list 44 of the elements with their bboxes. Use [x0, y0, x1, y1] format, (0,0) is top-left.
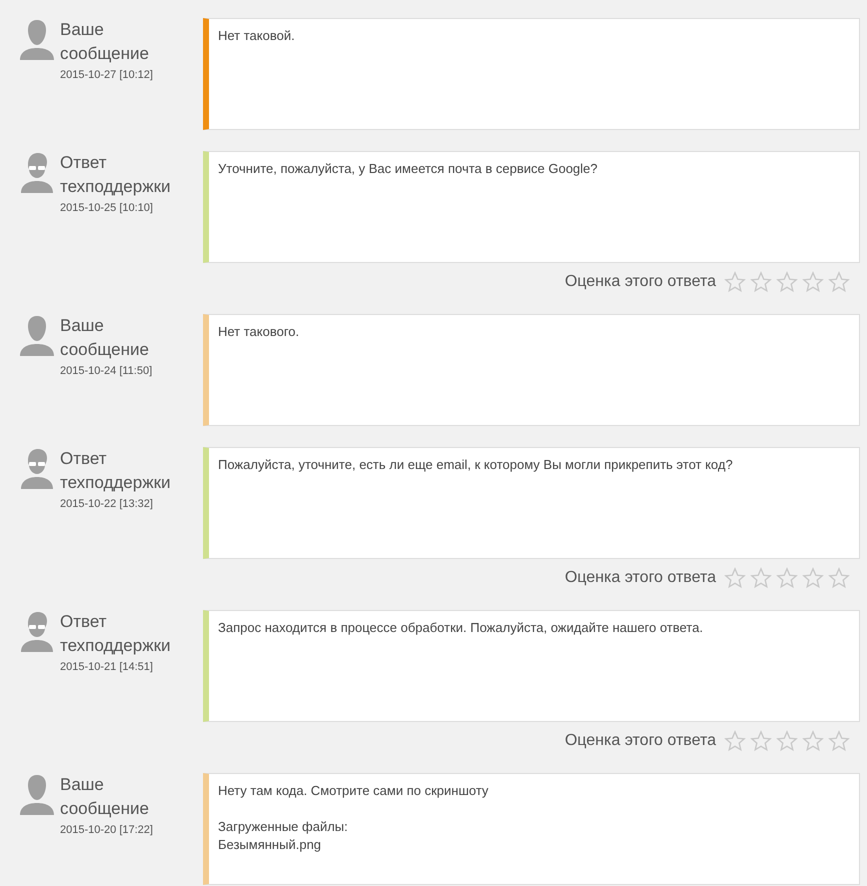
message-text: Нет таковой.	[218, 27, 296, 45]
message-author: Ваше сообщение	[60, 19, 150, 65]
message-text: Уточните, пожалуйста, у Вас имеется почта в сервисе Google?	[218, 160, 599, 178]
star-icon[interactable]	[802, 730, 824, 752]
attachment-file-name: Безымянный.png	[218, 836, 322, 854]
support-avatar-icon	[20, 447, 54, 489]
rating-label: Оценка этого ответа	[564, 569, 716, 587]
message-author: Ваше сообщение	[60, 315, 150, 361]
star-icon[interactable]	[828, 271, 850, 293]
support-avatar-icon	[20, 610, 54, 652]
star-icon[interactable]	[750, 271, 772, 293]
message-date: 2015-10-20 [17:22]	[60, 824, 154, 836]
star-icon[interactable]	[724, 730, 746, 752]
user-avatar-icon	[20, 18, 54, 60]
message-date: 2015-10-24 [11:50]	[60, 365, 154, 377]
star-icon[interactable]	[750, 730, 772, 752]
message-date: 2015-10-21 [14:51]	[60, 661, 154, 673]
message-author: Ответ техподдержки	[60, 448, 172, 494]
attachments-label: Загруженные файлы:	[218, 818, 349, 836]
message-text: Запрос находится в процессе обработки. Пожалуйста, ожидайте нашего ответа.	[218, 619, 704, 637]
message-date: 2015-10-25 [10:10]	[60, 202, 154, 214]
rating-label: Оценка этого ответа	[564, 273, 716, 291]
message-text: Нету там кода. Смотрите сами по скриншоту	[218, 782, 490, 800]
user-avatar-icon	[20, 314, 54, 356]
support-avatar-icon	[20, 151, 54, 193]
star-icon[interactable]	[828, 567, 850, 589]
message-text: Пожалуйста, уточните, есть ли еще email, к которому Вы могли прикрепить этот код?	[218, 456, 734, 474]
star-icon[interactable]	[776, 271, 798, 293]
star-icon[interactable]	[724, 271, 746, 293]
message-text: Нет такового.	[218, 323, 300, 341]
star-icon[interactable]	[802, 567, 824, 589]
star-icon[interactable]	[828, 730, 850, 752]
star-icon[interactable]	[776, 730, 798, 752]
user-avatar-icon	[20, 773, 54, 815]
message-date: 2015-10-27 [10:12]	[60, 69, 154, 81]
star-icon[interactable]	[724, 567, 746, 589]
message-date: 2015-10-22 [13:32]	[60, 498, 154, 510]
message-author: Ваше сообщение	[60, 774, 150, 820]
rating-label: Оценка этого ответа	[564, 732, 716, 750]
message-author: Ответ техподдержки	[60, 611, 172, 657]
star-icon[interactable]	[802, 271, 824, 293]
star-icon[interactable]	[750, 567, 772, 589]
message-author: Ответ техподдержки	[60, 152, 172, 198]
star-icon[interactable]	[776, 567, 798, 589]
